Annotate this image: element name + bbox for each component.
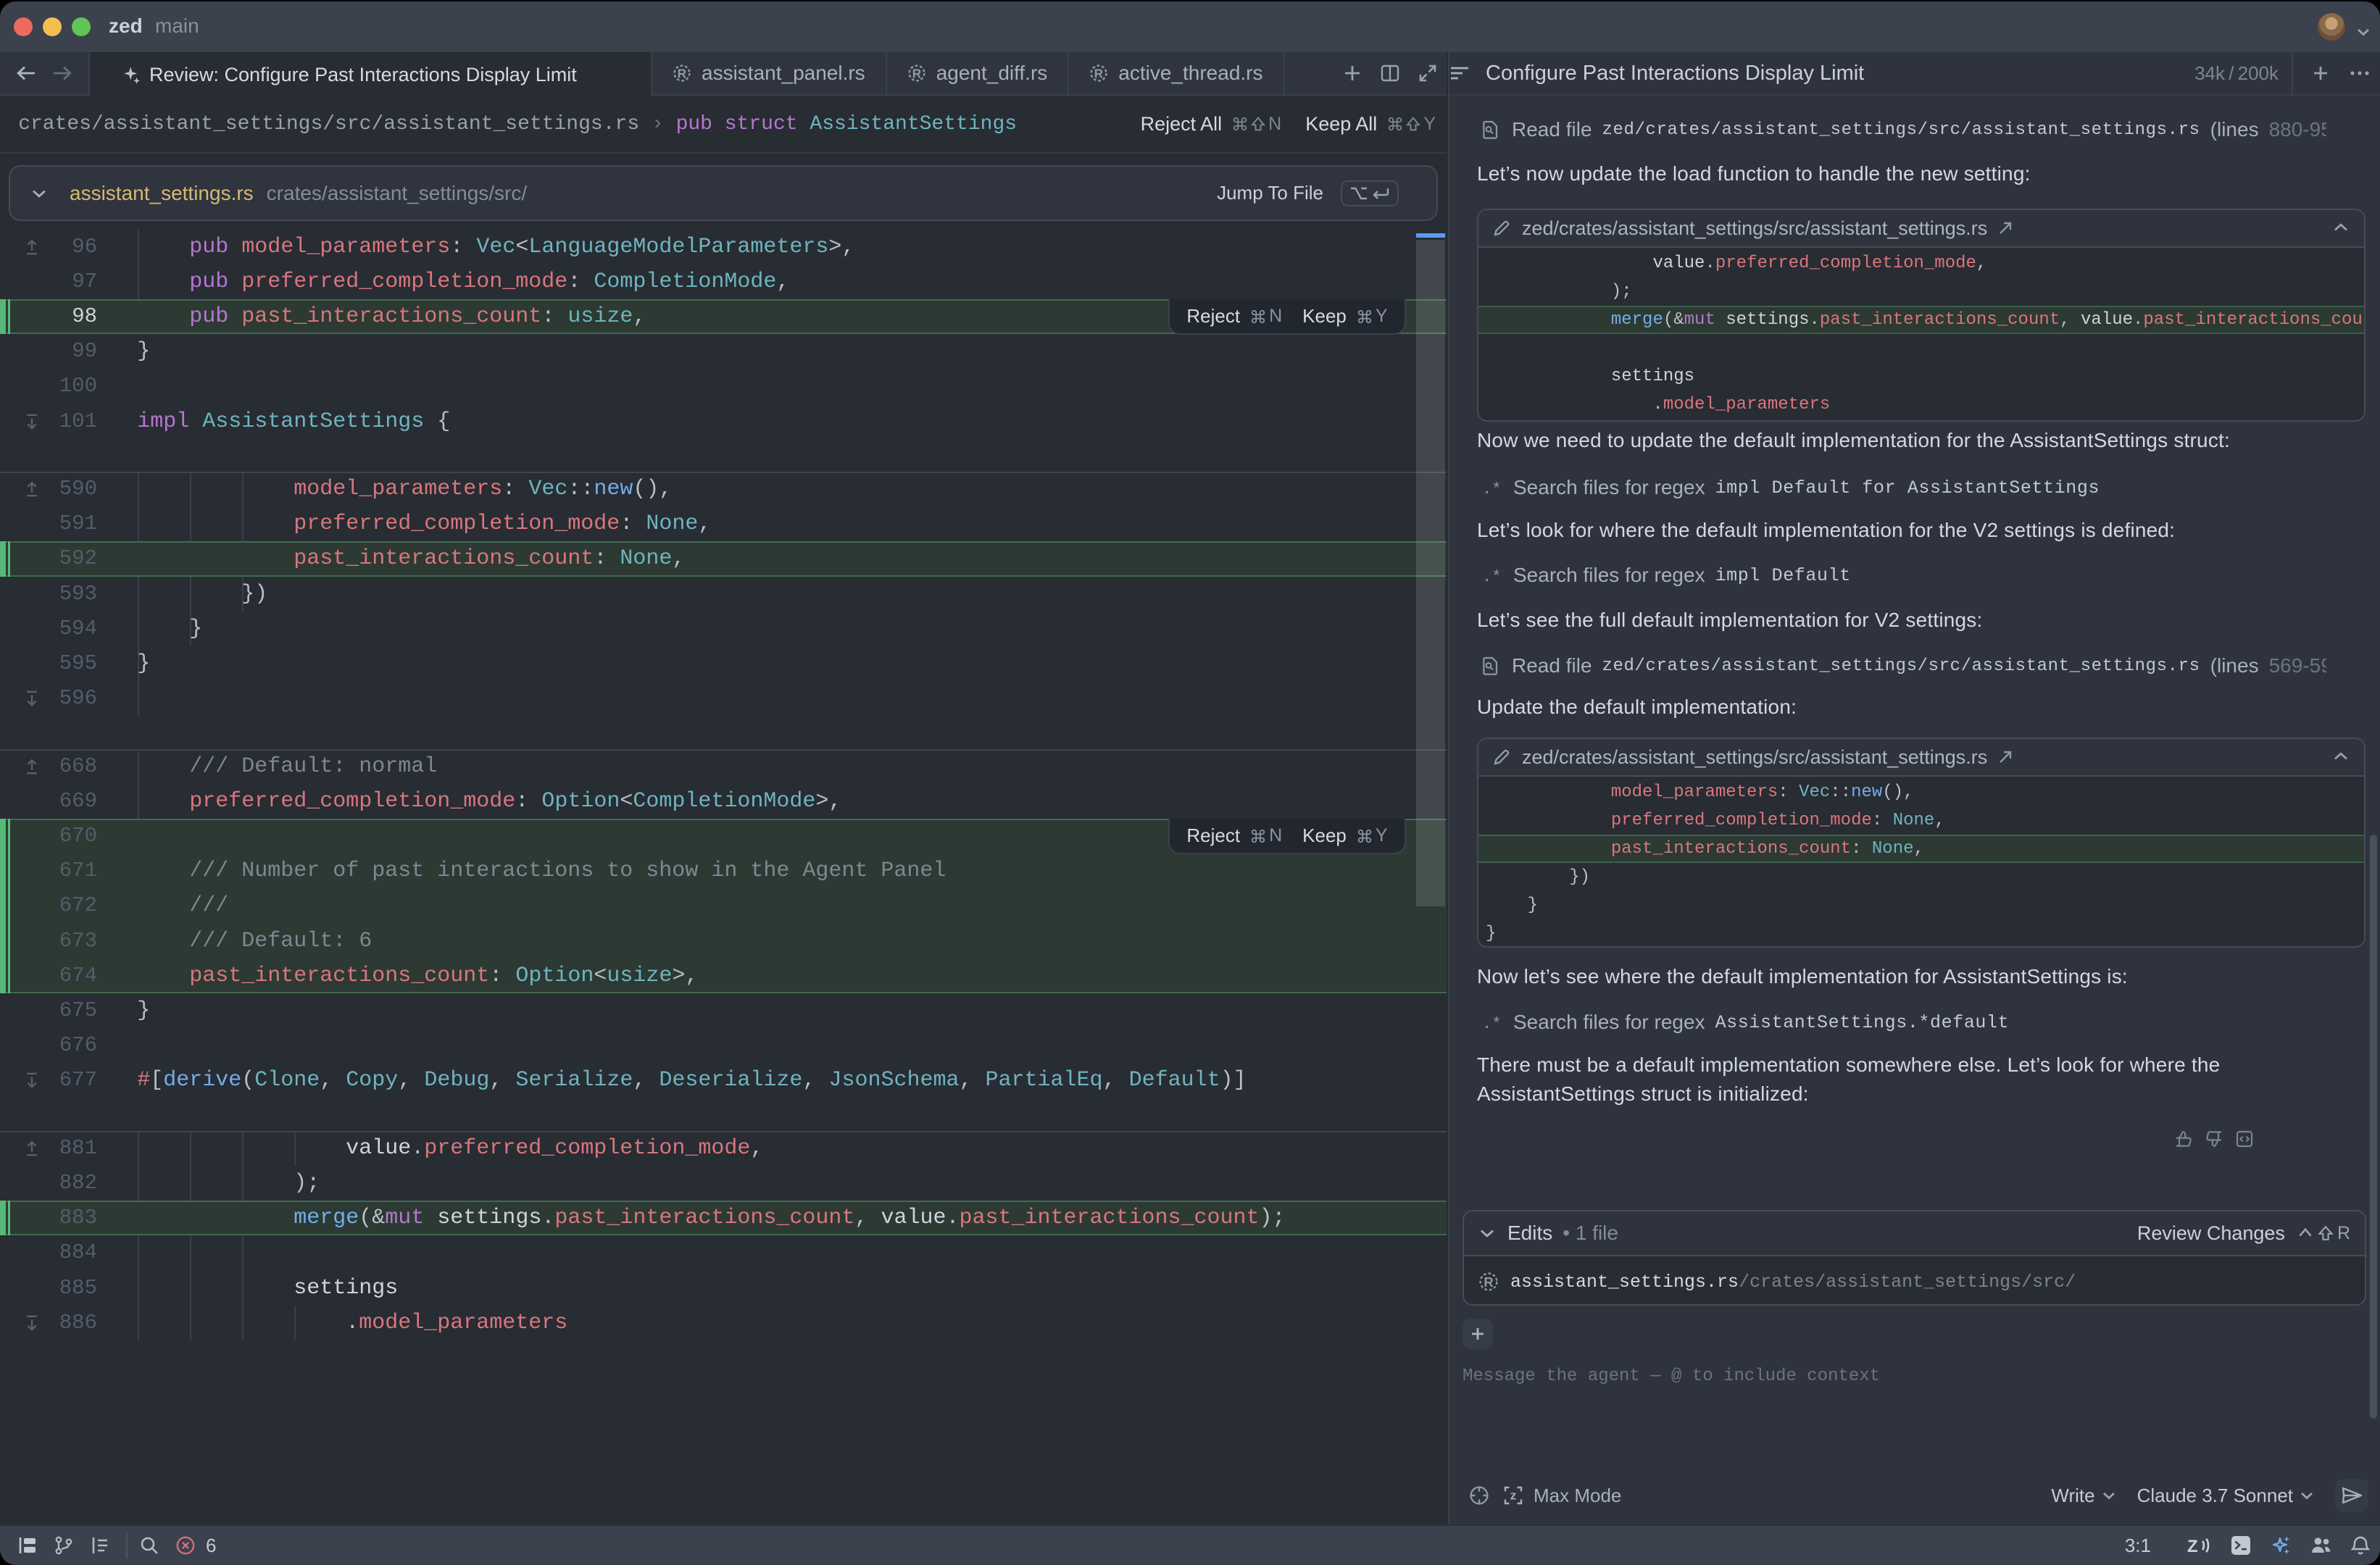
svg-text:R: R — [1484, 1274, 1493, 1290]
svg-text:z: z — [1510, 1488, 1517, 1502]
svg-text:R: R — [1094, 67, 1104, 81]
svg-text:.*: .* — [1482, 568, 1500, 585]
svg-text:.*: .* — [1482, 1015, 1500, 1032]
svg-text:R: R — [678, 67, 687, 81]
svg-text:Z: Z — [2187, 1537, 2198, 1555]
svg-text:R: R — [912, 67, 921, 81]
svg-text:.*: .* — [1482, 480, 1500, 497]
